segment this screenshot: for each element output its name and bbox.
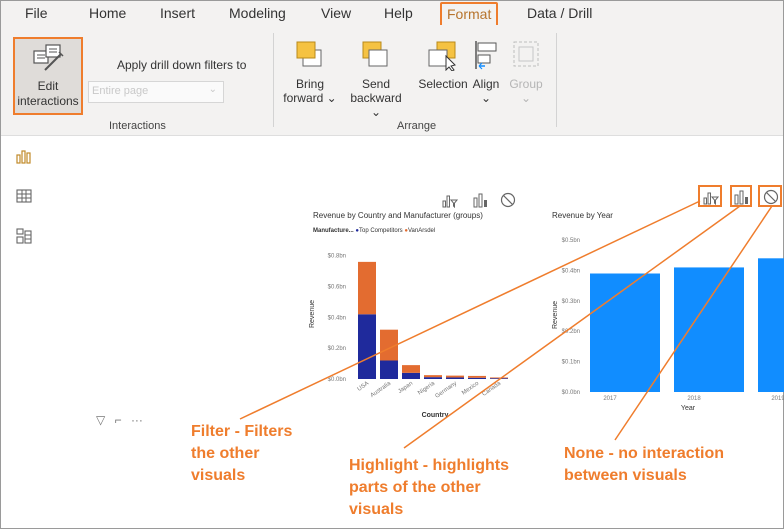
filter-annotation: Filter - Filters the other visuals <box>191 421 292 487</box>
filter-annotation-line3: visuals <box>191 467 246 484</box>
none-connector <box>614 205 773 441</box>
highlight-annotation-line3: visuals <box>349 501 404 518</box>
filter-annotation-line2: the other <box>191 445 260 462</box>
none-annotation-line1: None - no interaction <box>564 445 724 462</box>
none-annotation-line2: between visuals <box>564 467 687 484</box>
highlight-annotation-line1: Highlight - highlights <box>349 457 509 474</box>
highlight-connector <box>403 205 741 449</box>
filter-annotation-line1: Filter - Filters <box>191 423 293 440</box>
highlight-annotation-line2: parts of the other <box>349 479 481 496</box>
none-annotation: None - no interaction between visuals <box>564 443 724 487</box>
highlight-annotation: Highlight - highlights parts of the othe… <box>349 455 509 521</box>
filter-connector <box>239 200 701 420</box>
